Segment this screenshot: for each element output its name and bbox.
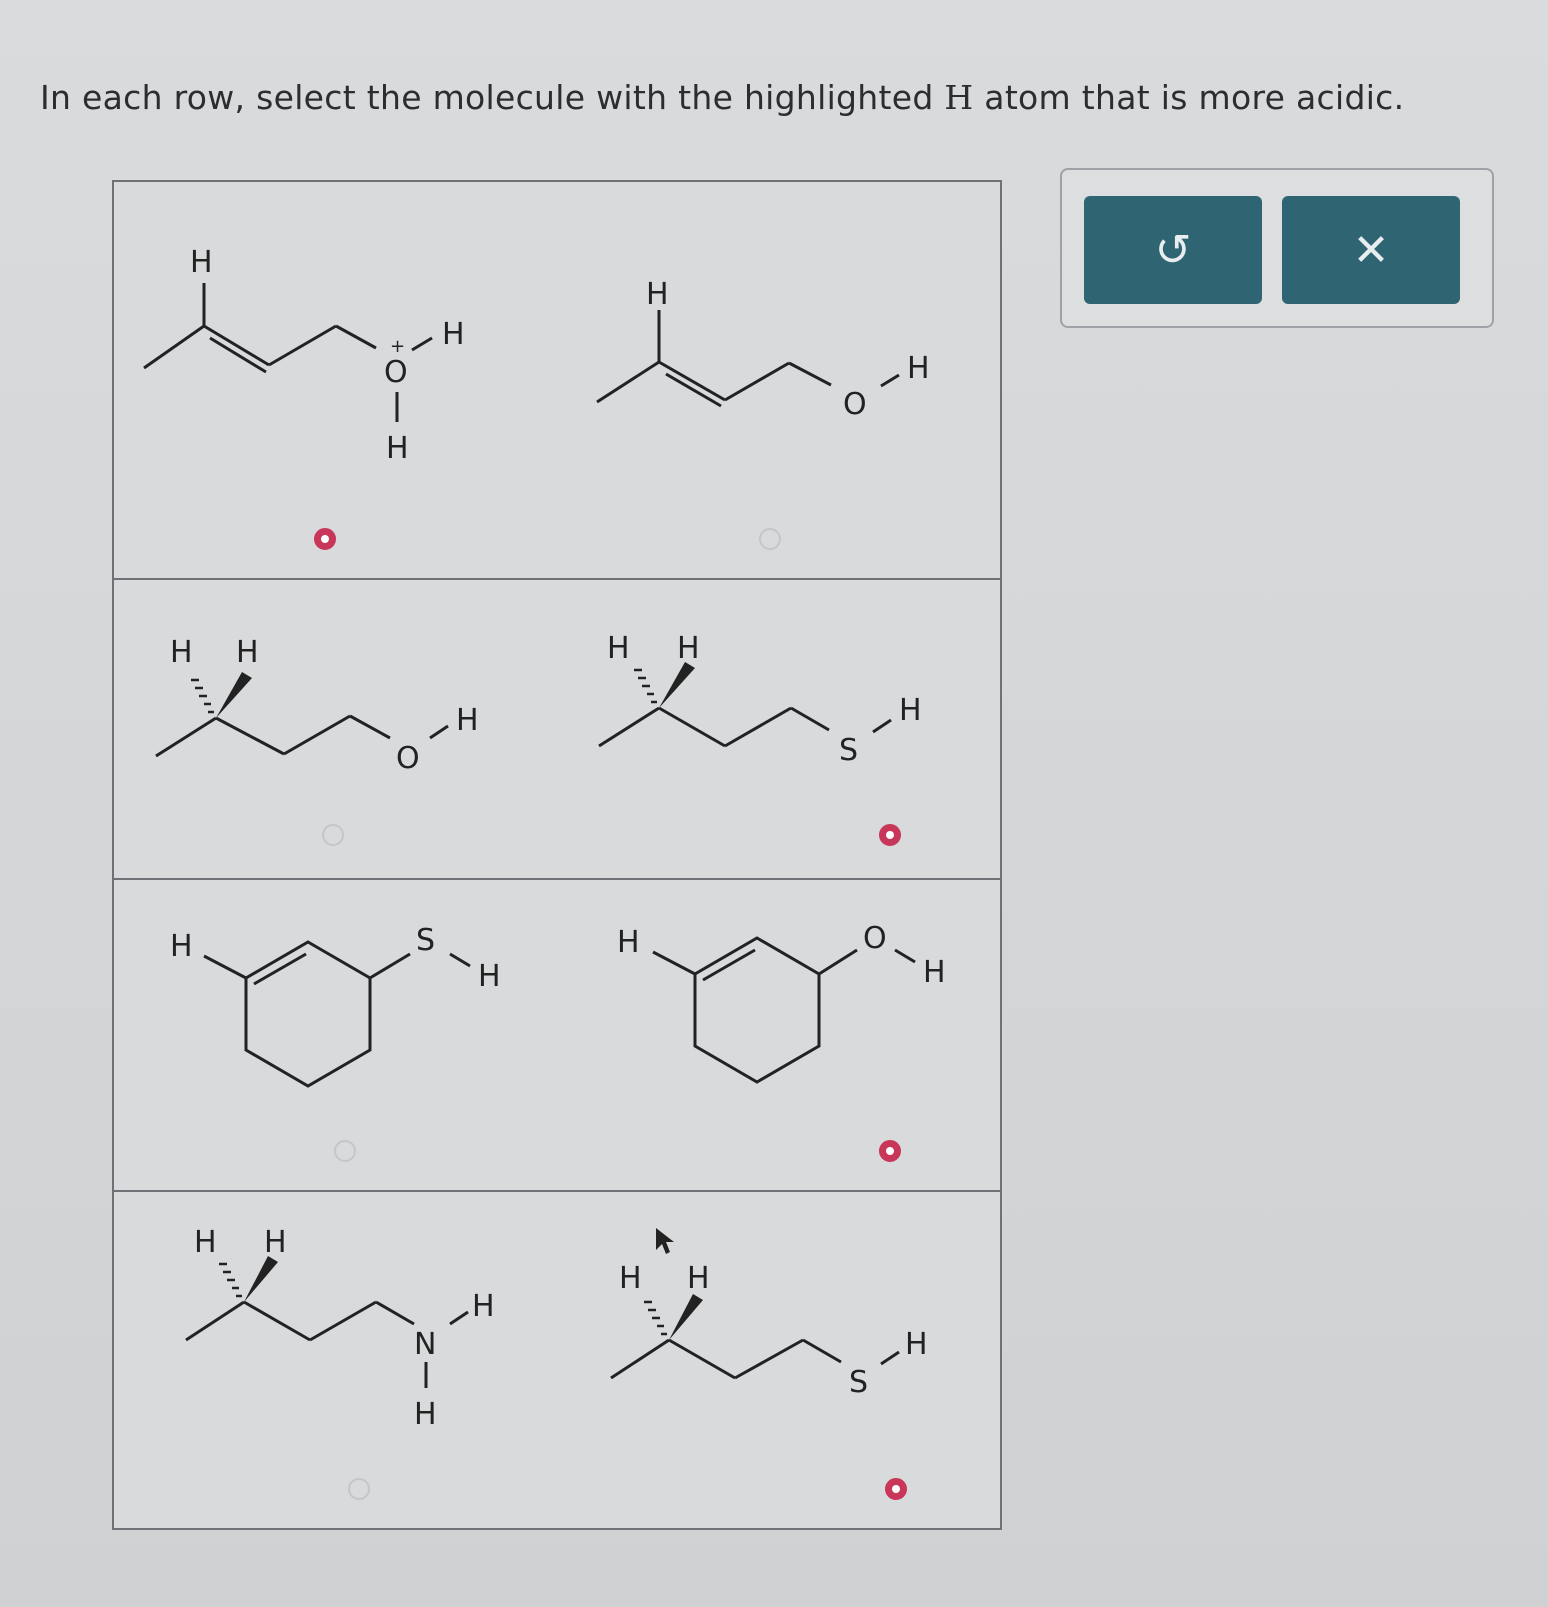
- answer-row-1: H + O H H H O H: [114, 182, 1000, 580]
- radio-r4-right[interactable]: [885, 1478, 907, 1500]
- h-right-label: H: [456, 703, 479, 738]
- question-h-symbol: H: [944, 78, 974, 117]
- charge-label: +: [390, 336, 405, 357]
- radio-r3-right[interactable]: [879, 1140, 901, 1162]
- h-left-label: H: [617, 925, 640, 960]
- h-right-label: H: [442, 317, 465, 352]
- option-r3-left[interactable]: H S H: [114, 880, 554, 1190]
- option-r4-right[interactable]: H H S H: [559, 1192, 1004, 1528]
- radio-r2-left[interactable]: [322, 824, 344, 846]
- h2-label: H: [687, 1261, 710, 1296]
- mouse-cursor-icon: [656, 1228, 674, 1254]
- molecule-allyl-alcohol: H O H: [596, 277, 930, 422]
- h-right-label: H: [472, 1289, 495, 1324]
- h-right-label: H: [907, 351, 930, 386]
- page: In each row, select the molecule with th…: [0, 0, 1548, 1607]
- option-r3-right[interactable]: H O H: [559, 880, 1004, 1190]
- molecule-oxonium-allyl: H + O H H: [143, 245, 465, 466]
- answer-grid: H + O H H H O H H H O H H H S H H S H H …: [112, 180, 1002, 1530]
- option-r2-left[interactable]: H H O H: [114, 580, 554, 878]
- sulfur-label: S: [849, 1365, 868, 1400]
- h1-label: H: [607, 631, 630, 666]
- h-right-label: H: [478, 959, 501, 994]
- wedge-bond: [216, 672, 252, 718]
- radio-r3-left[interactable]: [334, 1140, 356, 1162]
- oxygen-label: O: [384, 355, 408, 390]
- nitrogen-label: N: [414, 1327, 436, 1362]
- oxygen-label: O: [863, 921, 887, 956]
- h2-label: H: [236, 635, 259, 670]
- answer-row-4: H H N H H H H S H: [114, 1192, 1000, 1528]
- radio-r2-right[interactable]: [879, 824, 901, 846]
- oxygen-label: O: [396, 741, 420, 776]
- molecule-propanethiol: H H S H: [610, 1261, 928, 1400]
- h1-label: H: [194, 1225, 217, 1260]
- option-r1-right[interactable]: H O H: [559, 182, 1004, 578]
- question-prefix: In each row, select the molecule with th…: [40, 78, 934, 117]
- oxygen-label: O: [843, 387, 867, 422]
- answer-row-3: H S H H O H: [114, 880, 1000, 1192]
- wedge-bond: [244, 1256, 278, 1302]
- question-text: In each row, select the molecule with th…: [40, 78, 1404, 117]
- h2-label: H: [677, 631, 700, 666]
- h-right-label: H: [923, 955, 946, 990]
- clear-button[interactable]: ✕: [1282, 196, 1460, 304]
- option-r4-left[interactable]: H H N H H: [114, 1192, 554, 1528]
- wedge-bond: [659, 662, 695, 708]
- option-r2-right[interactable]: H H S H: [559, 580, 1004, 878]
- h-top-label: H: [646, 277, 669, 312]
- h-bottom-label: H: [414, 1397, 437, 1432]
- h1-label: H: [170, 635, 193, 670]
- radio-r1-left[interactable]: [314, 528, 336, 550]
- undo-button[interactable]: ↺: [1084, 196, 1262, 304]
- h-right-label: H: [905, 1327, 928, 1362]
- h2-label: H: [264, 1225, 287, 1260]
- h-right-label: H: [899, 693, 922, 728]
- molecule-propanethiol: H H S H: [598, 631, 922, 768]
- molecule-cyclohexene-thiol: H S H: [170, 923, 501, 1088]
- toolbar-panel: ↺ ✕: [1060, 168, 1494, 328]
- question-suffix: atom that is more acidic.: [984, 78, 1405, 117]
- molecule-cyclohexene-ol: H O H: [617, 921, 946, 1084]
- undo-icon: ↺: [1154, 224, 1192, 276]
- h1-label: H: [619, 1261, 642, 1296]
- radio-r4-left[interactable]: [348, 1478, 370, 1500]
- close-icon: ✕: [1352, 224, 1390, 276]
- option-r1-left[interactable]: H + O H H: [114, 182, 554, 578]
- h-bottom-label: H: [386, 431, 409, 466]
- molecule-propylamine: H H N H H: [185, 1225, 495, 1432]
- answer-row-2: H H O H H H S H: [114, 580, 1000, 880]
- sulfur-label: S: [839, 733, 858, 768]
- h-left-label: H: [170, 929, 193, 964]
- wedge-bond: [669, 1294, 703, 1340]
- radio-r1-right[interactable]: [759, 528, 781, 550]
- sulfur-label: S: [416, 923, 435, 958]
- h-top-label: H: [190, 245, 213, 280]
